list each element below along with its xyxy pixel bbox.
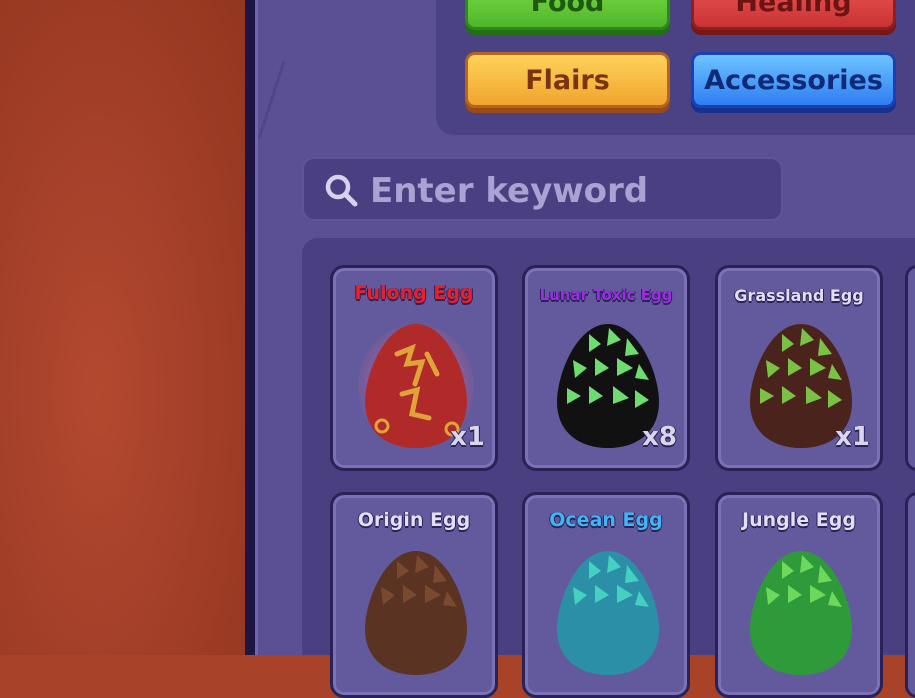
item-card-lunar-toxic-egg[interactable]: Lunar Toxic Egg x8 (522, 265, 690, 471)
panel-border (245, 0, 255, 655)
egg-icon (557, 551, 659, 675)
accessories-category-button[interactable]: Accessories (691, 52, 896, 108)
item-name: Lunar Toxic Egg (539, 286, 673, 304)
item-card-jungle-egg[interactable]: Jungle Egg (715, 492, 883, 698)
item-count: x1 (450, 422, 485, 452)
egg-icon (365, 551, 467, 675)
item-name: Ocean Egg (549, 509, 663, 531)
food-category-button[interactable]: Food (465, 0, 670, 30)
item-card-fulong-egg[interactable]: Fulong Egg x1 (330, 265, 498, 471)
item-name: Grassland Egg (734, 286, 864, 305)
item-count: x8 (642, 422, 677, 452)
item-card-partial[interactable] (905, 492, 915, 698)
item-card-grassland-egg[interactable]: Grassland Egg x1 (715, 265, 883, 471)
egg-icon (750, 551, 852, 675)
search-icon (325, 174, 358, 207)
healing-category-button[interactable]: Healing (691, 0, 896, 30)
flairs-category-button[interactable]: Flairs (465, 52, 670, 108)
search-input[interactable] (368, 167, 772, 215)
item-card-origin-egg[interactable]: Origin Egg (330, 492, 498, 698)
item-card-partial[interactable] (905, 265, 915, 471)
game-world-background (0, 0, 245, 655)
item-count: x1 (835, 422, 870, 452)
item-name: Jungle Egg (742, 509, 856, 531)
item-name: Fulong Egg (354, 282, 474, 304)
item-card-ocean-egg[interactable]: Ocean Egg (522, 492, 690, 698)
item-name: Origin Egg (357, 509, 471, 531)
search-bar[interactable] (302, 157, 783, 221)
